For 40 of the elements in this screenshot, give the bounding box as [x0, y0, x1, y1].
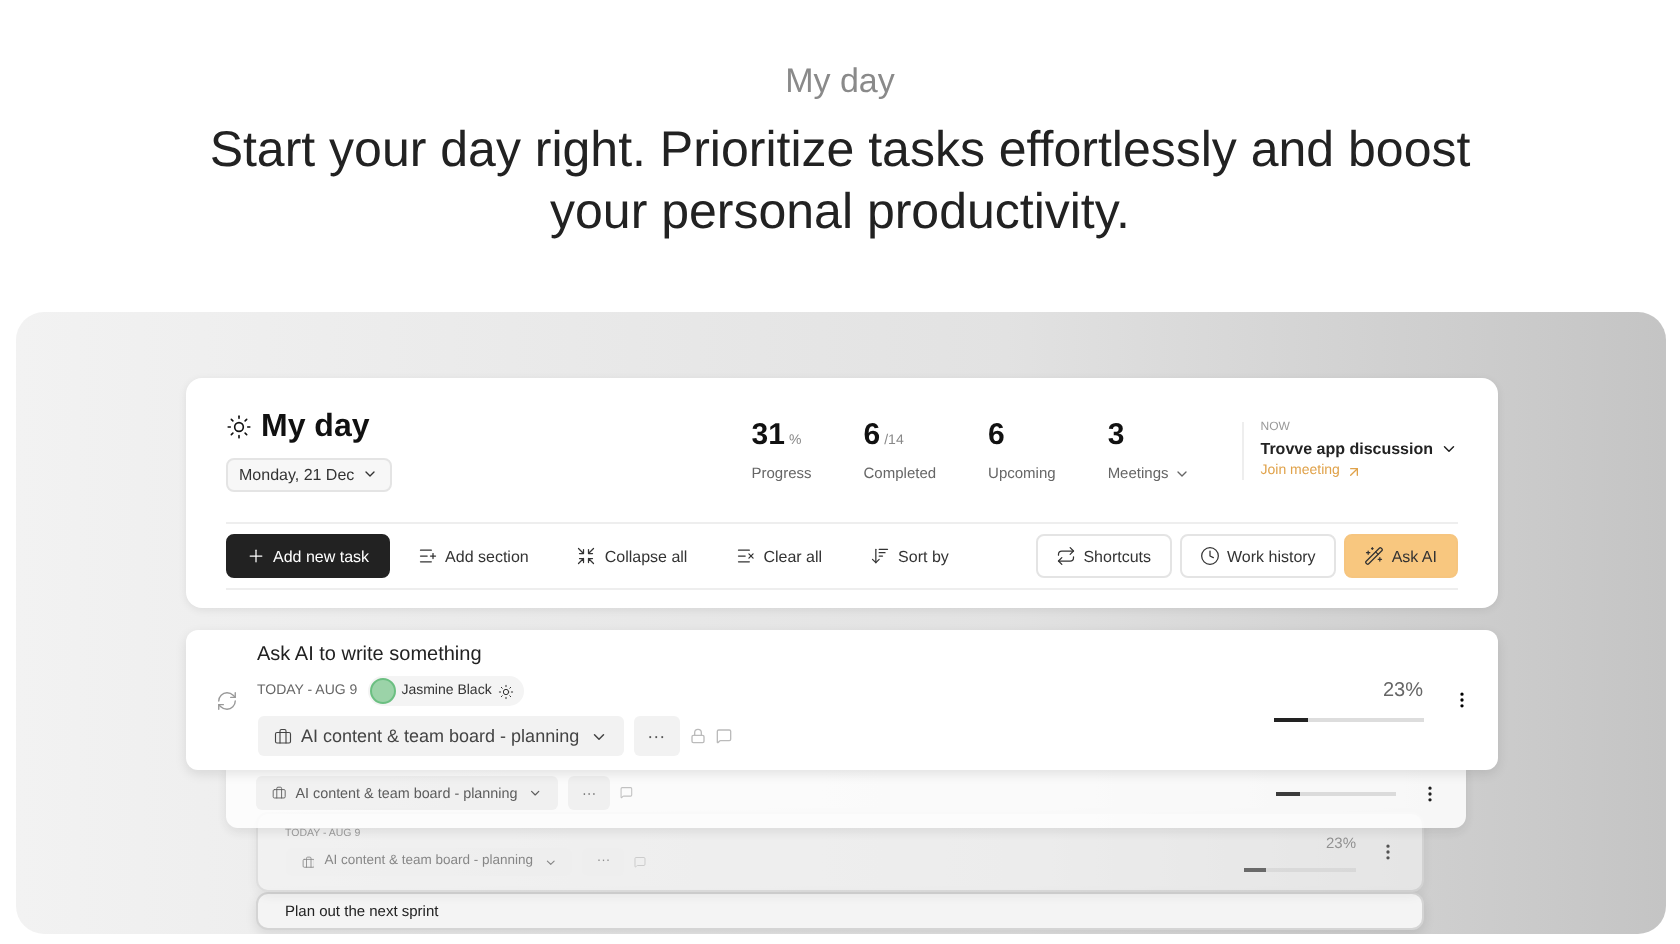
list-icon	[417, 546, 438, 566]
stat-value: 6	[988, 418, 1005, 452]
avatar	[369, 678, 396, 704]
toolbar-button[interactable]: Ask AI	[1343, 534, 1457, 578]
dashboard-title: My day	[261, 409, 370, 445]
page-headline: Start your day right. Prioritize tasks effortlessly and boost your personal productivity.	[207, 120, 1473, 244]
sun-icon	[497, 683, 514, 699]
comment-icon	[620, 786, 634, 800]
stat-value: 3	[1107, 418, 1125, 452]
briefcase-icon	[271, 785, 286, 801]
comment-icon	[715, 728, 732, 744]
clock-icon	[1199, 546, 1219, 566]
briefcase-icon	[273, 727, 291, 745]
briefcase-icon	[301, 855, 315, 869]
refresh-icon	[215, 689, 237, 711]
arrows-icon	[1055, 546, 1076, 566]
date-dropdown[interactable]: Monday, 21 Dec	[225, 457, 393, 491]
chevron-down-icon	[527, 785, 542, 801]
more-button[interactable]: ···	[633, 716, 680, 756]
list-icon	[735, 546, 756, 566]
task-title: Ask AI to write something	[257, 644, 484, 666]
stat-value: 31	[751, 418, 785, 452]
sort-icon	[870, 546, 891, 566]
wand-icon	[1363, 546, 1384, 566]
toolbar-button[interactable]: Shortcuts	[1035, 534, 1171, 578]
project-dropdown[interactable]: AI content & team board - planning	[257, 716, 624, 756]
comment-icon	[634, 855, 647, 868]
arrow-up-right-icon	[1345, 463, 1362, 479]
page-eyebrow: My day	[785, 62, 895, 102]
add-task-button[interactable]: Add new task	[225, 534, 390, 578]
chevron-down-icon	[362, 466, 379, 482]
lock-icon	[689, 728, 706, 744]
chevron-down-icon	[543, 855, 557, 869]
plus-icon	[245, 546, 265, 566]
stat-value: 6	[863, 418, 881, 452]
progress-percent: 23%	[1382, 679, 1423, 701]
sun-icon	[225, 414, 251, 440]
shrink-arrows-icon	[576, 546, 597, 566]
meeting-title: Trovve app discussion	[1260, 439, 1433, 457]
toolbar-button[interactable]: Work history	[1179, 534, 1336, 578]
